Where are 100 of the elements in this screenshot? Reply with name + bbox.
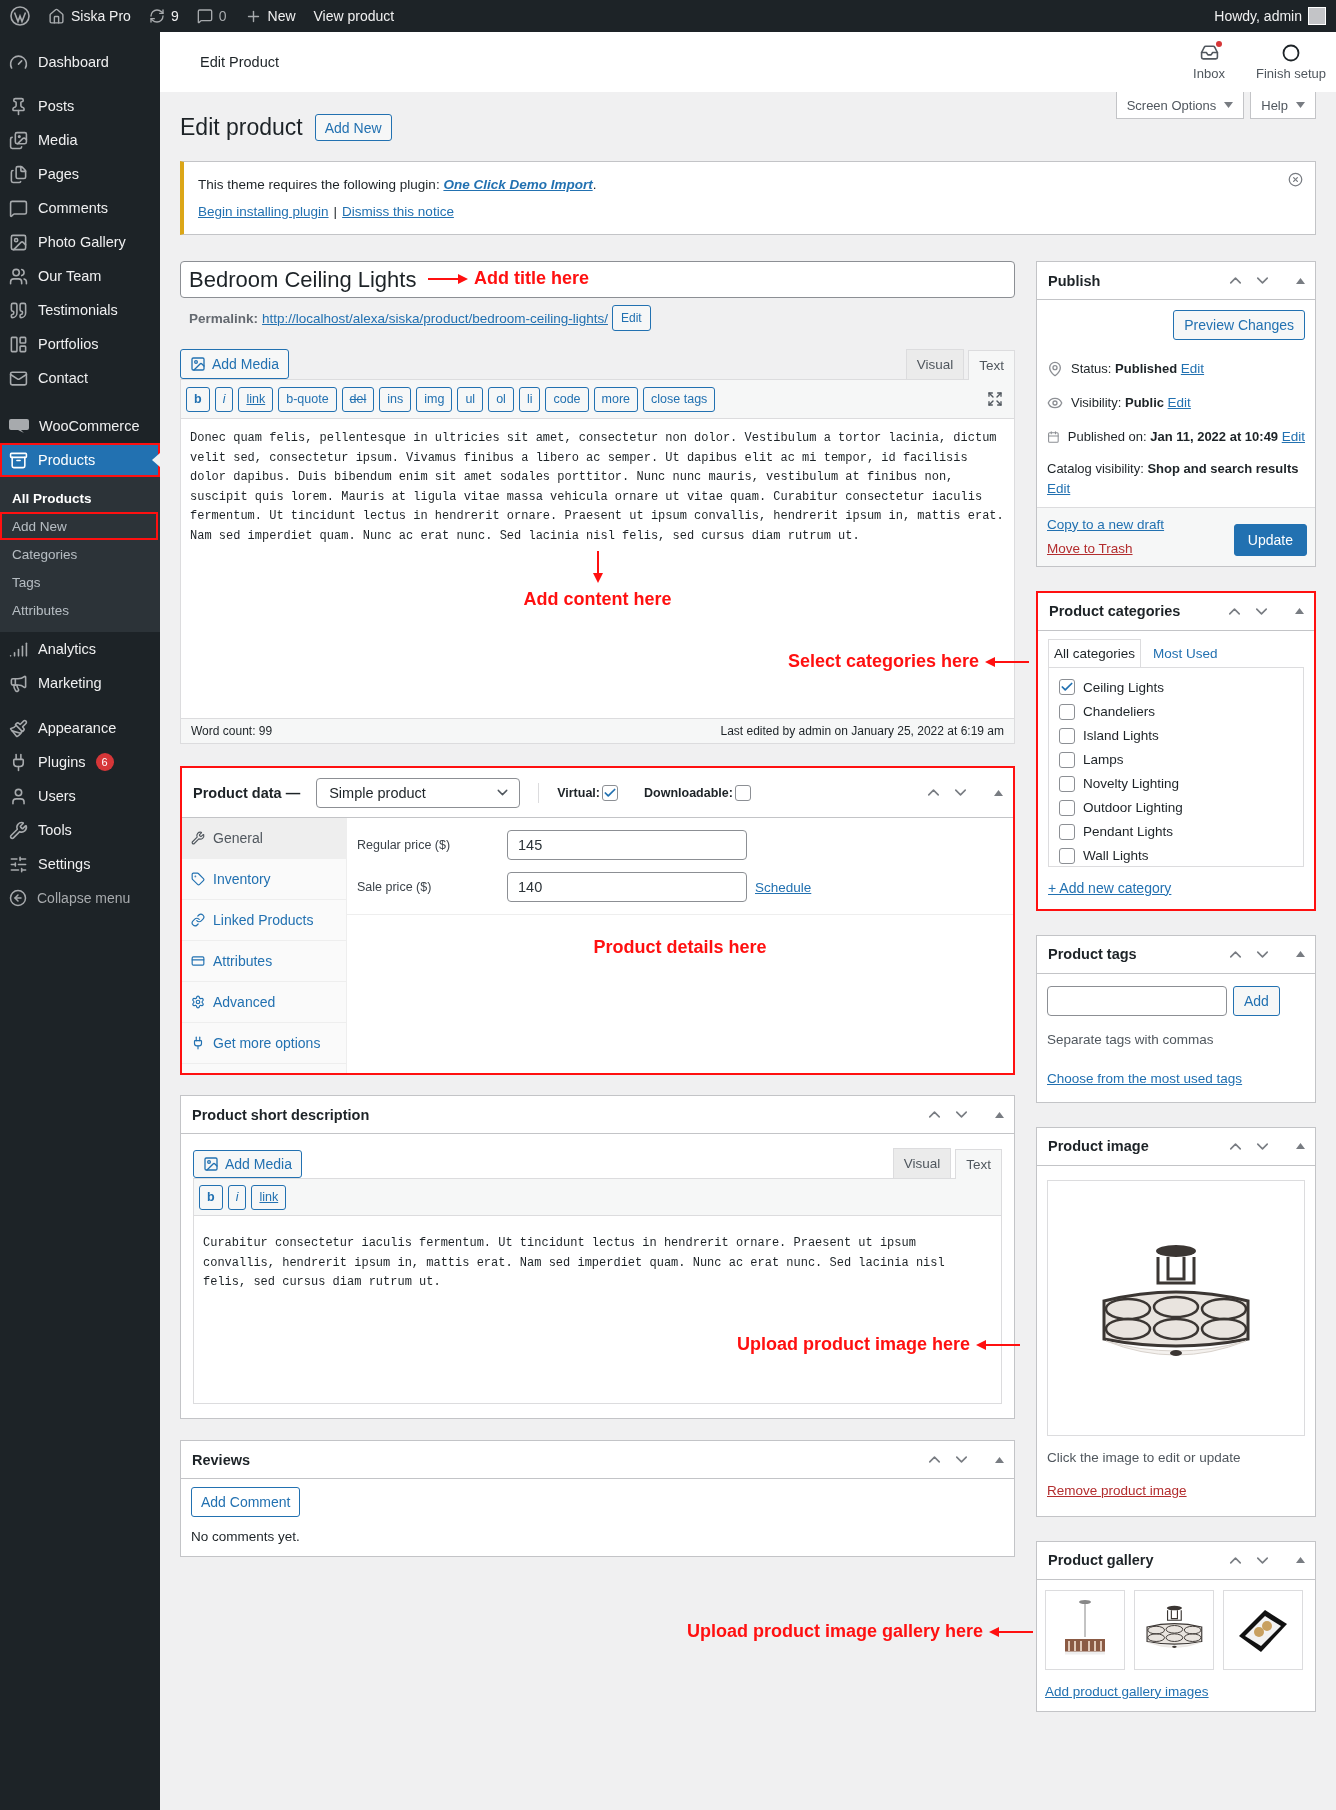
updates-count[interactable]: 9 [170,8,179,24]
menu-item[interactable]: Appearance [0,711,160,745]
format-button[interactable]: b [186,386,210,412]
greeting-link[interactable]: Howdy, admin [1214,8,1302,24]
menu-item[interactable]: Settings [0,847,160,881]
product-data-tab[interactable]: Linked Products [182,900,346,941]
add-gallery-images-link[interactable]: Add product gallery images [1045,1683,1209,1699]
preview-button[interactable]: Preview Changes [1173,310,1305,340]
copy-draft-link[interactable]: Copy to a new draft [1047,516,1165,532]
menu-item[interactable]: Plugins 6 [0,745,160,779]
checkbox[interactable] [734,784,751,801]
price-input[interactable]: 145 [507,830,747,860]
checkbox[interactable] [1059,799,1075,816]
comments-count[interactable]: 0 [218,8,227,24]
edit-link[interactable]: Edit [1281,429,1305,445]
checkbox[interactable] [1059,679,1075,696]
editor-tab[interactable]: Visual [905,349,965,379]
checkbox[interactable] [1059,823,1075,840]
fullscreen-icon[interactable] [987,391,1003,407]
gallery-thumbnail[interactable] [1134,1589,1214,1670]
screen-meta-tab[interactable]: Screen Options [1115,92,1245,119]
menu-item[interactable]: Testimonials [0,293,160,327]
notice-link[interactable]: Begin installing plugin [198,204,329,219]
menu-item[interactable]: Photo Gallery [0,225,160,259]
format-button[interactable]: del [341,386,375,412]
screen-meta-tab[interactable]: Help [1250,92,1316,119]
menu-item[interactable]: WooCommerce [0,409,160,443]
edit-link[interactable]: Edit [1180,361,1205,377]
dismiss-icon[interactable] [1288,172,1303,187]
editor-tab[interactable]: Text [968,350,1015,380]
submenu-item[interactable]: Attributes [0,596,160,624]
format-button[interactable]: b-quote [278,386,337,412]
format-button[interactable]: more [593,386,639,412]
product-data-tab[interactable]: General [182,818,346,859]
menu-item[interactable]: Media [0,123,160,157]
update-button[interactable]: Update [1233,523,1307,556]
header-action[interactable]: Inbox [1168,43,1250,81]
tag-input[interactable] [1047,985,1227,1016]
menu-item[interactable]: Analytics [0,632,160,666]
edit-link[interactable]: Edit [1167,395,1191,411]
editor-tab[interactable]: Text [955,1149,1002,1179]
add-comment-button[interactable]: Add Comment [191,1487,301,1517]
format-button[interactable]: close tags [643,386,716,412]
editor-tab[interactable]: Visual [892,1148,952,1178]
product-type-select[interactable]: Simple product [316,777,521,808]
format-button[interactable]: i [214,386,234,412]
checkbox[interactable] [1059,751,1075,768]
header-action[interactable]: Finish setup [1250,43,1332,81]
plugin-link[interactable]: One Click Demo Import [443,177,593,192]
menu-item[interactable]: Tools [0,813,160,847]
edit-permalink-button[interactable]: Edit [611,305,651,331]
schedule-link[interactable]: Schedule [755,879,812,895]
menu-item[interactable]: Comments [0,191,160,225]
category-tab[interactable]: All categories [1048,638,1142,667]
product-data-tab[interactable]: Inventory [182,859,346,900]
menu-item[interactable]: Users [0,779,160,813]
checkbox[interactable] [1059,847,1075,864]
menu-item[interactable]: Our Team [0,259,160,293]
view-product-link[interactable]: View product [313,8,395,24]
checkbox[interactable] [1059,703,1075,720]
menu-item[interactable]: Portfolios [0,327,160,361]
add-category-link[interactable]: + Add new category [1048,879,1172,896]
format-button[interactable]: code [545,386,589,412]
format-button[interactable]: ol [488,386,514,412]
menu-item[interactable]: Contact [0,361,160,395]
add-tag-button[interactable]: Add [1233,985,1280,1016]
menu-item[interactable]: Products [0,443,160,477]
menu-item[interactable]: Posts [0,89,160,123]
trash-link[interactable]: Move to Trash [1047,540,1165,556]
checkbox[interactable] [1059,727,1075,744]
submenu-item[interactable]: All Products [0,484,160,512]
menu-item[interactable]: Pages [0,157,160,191]
format-button[interactable]: ins [379,386,412,412]
format-button[interactable]: img [416,386,453,412]
add-new-button[interactable]: Add New [314,114,392,141]
wordpress-logo-icon[interactable] [10,6,30,26]
product-data-tab[interactable]: Advanced [182,982,346,1023]
gallery-thumbnail[interactable] [1045,1589,1125,1670]
new-link[interactable]: New [267,8,296,24]
notice-link[interactable]: Dismiss this notice [342,204,454,219]
add-media-button[interactable]: Add Media [180,349,289,379]
product-data-tab[interactable]: Attributes [182,941,346,982]
menu-item[interactable]: Dashboard [0,45,160,79]
format-button[interactable]: i [227,1184,247,1210]
format-button[interactable]: link [238,386,274,412]
remove-image-link[interactable]: Remove product image [1047,1482,1187,1498]
price-input[interactable]: 140 [507,872,747,902]
submenu-item[interactable]: Categories [0,540,160,568]
checkbox[interactable] [602,784,618,801]
product-data-tab[interactable]: Get more options [182,1023,346,1064]
permalink-url[interactable]: http://localhost/alexa/siska/product/bedroom-ceiling-lights/ [262,310,608,326]
format-button[interactable]: li [518,386,541,412]
collapse-menu-button[interactable]: Collapse menu [0,881,160,915]
submenu-item[interactable]: Add New [0,512,158,540]
site-name-link[interactable]: Siska Pro [71,8,131,24]
most-used-tags-link[interactable]: Choose from the most used tags [1047,1070,1243,1086]
menu-item[interactable]: Marketing [0,666,160,700]
gallery-thumbnail[interactable] [1223,1589,1303,1670]
edit-link[interactable]: Edit [1047,480,1071,496]
checkbox[interactable] [1059,775,1075,792]
